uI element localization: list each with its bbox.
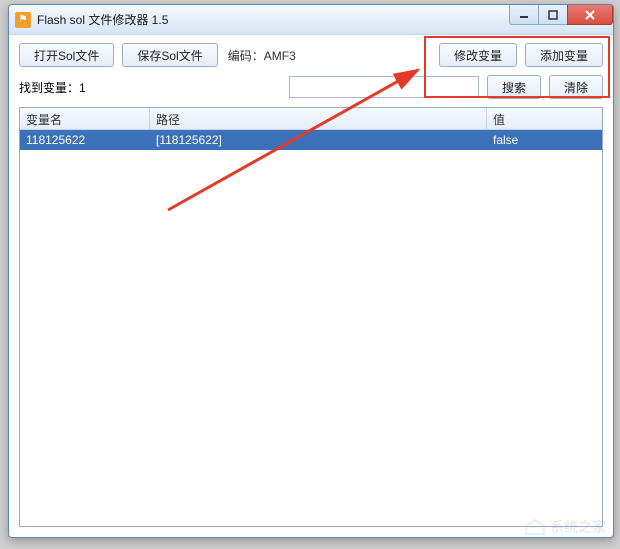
- minimize-button[interactable]: [509, 5, 539, 25]
- found-count-label: 找到变量：1: [19, 79, 86, 96]
- maximize-button[interactable]: [538, 5, 568, 25]
- close-button[interactable]: [567, 5, 613, 25]
- add-variable-button[interactable]: 添加变量: [525, 43, 603, 67]
- window-controls: [510, 5, 613, 25]
- search-button[interactable]: 搜索: [487, 75, 541, 99]
- table-row[interactable]: 118125622 [118125622] false: [20, 130, 602, 150]
- cell-name: 118125622: [20, 131, 150, 149]
- col-header-name[interactable]: 变量名: [20, 108, 150, 129]
- app-icon: ⚑: [15, 12, 31, 28]
- col-header-value[interactable]: 值: [487, 108, 602, 129]
- open-file-button[interactable]: 打开Sol文件: [19, 43, 114, 67]
- cell-value: false: [487, 131, 602, 149]
- table-header: 变量名 路径 值: [20, 108, 602, 130]
- toolbar: 打开Sol文件 保存Sol文件 编码：AMF3 修改变量 添加变量: [9, 35, 613, 71]
- modify-variable-button[interactable]: 修改变量: [439, 43, 517, 67]
- searchbar: 找到变量：1 搜索 清除: [9, 71, 613, 107]
- cell-path: [118125622]: [150, 131, 487, 149]
- window-title: Flash sol 文件修改器 1.5: [37, 11, 168, 28]
- app-window: ⚑ Flash sol 文件修改器 1.5 打开Sol文件 保存Sol文件 编码…: [8, 4, 614, 538]
- encoding-label: 编码：AMF3: [228, 47, 296, 64]
- save-file-button[interactable]: 保存Sol文件: [122, 43, 217, 67]
- variable-table: 变量名 路径 值 118125622 [118125622] false: [19, 107, 603, 527]
- col-header-path[interactable]: 路径: [150, 108, 487, 129]
- clear-button[interactable]: 清除: [549, 75, 603, 99]
- titlebar[interactable]: ⚑ Flash sol 文件修改器 1.5: [9, 5, 613, 35]
- table-body[interactable]: 118125622 [118125622] false: [20, 130, 602, 526]
- search-input[interactable]: [289, 76, 479, 98]
